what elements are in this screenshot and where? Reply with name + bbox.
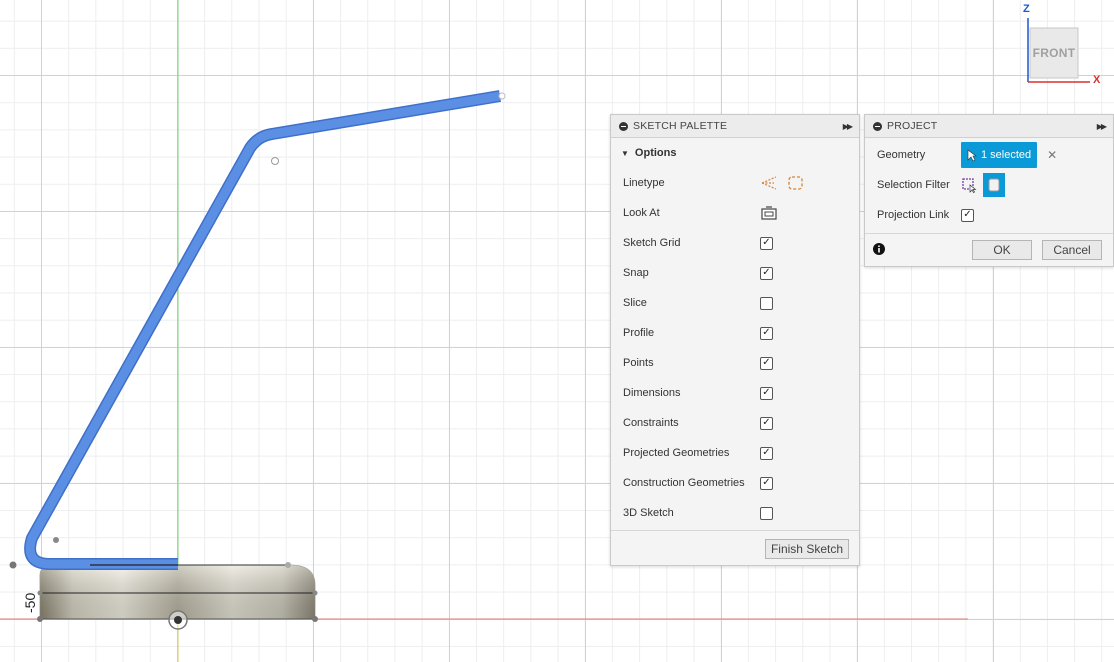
project-dialog: PROJECT ▶▶ Geometry 1 selected ✕ Selecti…	[864, 114, 1114, 267]
option-3d-sketch: 3D Sketch	[611, 498, 859, 528]
construction-geometries-checkbox[interactable]: ✓	[760, 476, 773, 490]
origin-point-icon[interactable]	[168, 610, 188, 630]
expand-arrows-icon[interactable]: ▶▶	[1097, 122, 1107, 131]
projection-link-label: Projection Link	[877, 209, 950, 221]
option-projected-geometries: Projected Geometries ✓	[611, 438, 859, 468]
view-cube-front-face[interactable]: FRONT	[1030, 46, 1078, 60]
geometry-selection-button[interactable]: 1 selected	[961, 142, 1038, 168]
triangle-down-icon[interactable]: ▼	[621, 149, 629, 158]
canvas-viewport[interactable]: -50 Z X FRONT	[0, 0, 1114, 662]
geometry-label: Geometry	[877, 149, 926, 161]
body-icon	[988, 178, 1000, 192]
option-dimensions: Dimensions ✓	[611, 378, 859, 408]
option-label: Points	[623, 357, 654, 369]
selection-filter-row: Selection Filter	[865, 170, 1113, 200]
sketch-point[interactable]	[312, 590, 318, 596]
projection-link-row: Projection Link ✓	[865, 200, 1113, 230]
cursor-icon	[967, 148, 977, 161]
option-label: Slice	[623, 297, 647, 309]
sketch-point[interactable]	[37, 616, 43, 622]
dimensions-checkbox[interactable]: ✓	[760, 386, 773, 400]
option-slice: Slice	[611, 288, 859, 318]
option-label: Snap	[623, 267, 649, 279]
3d-sketch-checkbox[interactable]	[760, 506, 773, 520]
project-title: PROJECT	[887, 120, 938, 132]
option-label: Linetype	[623, 177, 665, 189]
options-section-header[interactable]: ▼ Options	[611, 138, 859, 168]
project-header[interactable]: PROJECT ▶▶	[865, 115, 1113, 138]
option-label: Look At	[623, 207, 660, 219]
expand-arrows-icon[interactable]: ▶▶	[843, 122, 853, 131]
points-checkbox[interactable]: ✓	[760, 356, 773, 370]
sketch-palette-header[interactable]: SKETCH PALETTE ▶▶	[611, 115, 859, 138]
option-label: Projected Geometries	[623, 447, 730, 459]
sketch-palette-title: SKETCH PALETTE	[633, 120, 728, 132]
option-label: Construction Geometries	[623, 477, 745, 489]
option-construction-geometries: Construction Geometries ✓	[611, 468, 859, 498]
sketch-profile-path[interactable]	[24, 90, 501, 570]
dimension-label[interactable]: -50	[22, 593, 38, 613]
selection-filter-label: Selection Filter	[877, 179, 950, 191]
sketch-palette-panel: SKETCH PALETTE ▶▶ ▼ Options Linetype Loo…	[610, 114, 860, 566]
look-at-control	[760, 198, 778, 228]
sketch-point[interactable]	[53, 537, 59, 543]
collapse-icon[interactable]	[873, 121, 882, 131]
view-cube[interactable]: Z X FRONT	[1010, 2, 1114, 92]
axis-z-label: Z	[1023, 3, 1030, 15]
specified-entities-filter-icon[interactable]	[961, 177, 977, 193]
finish-sketch-button[interactable]: Finish Sketch	[764, 539, 849, 559]
project-footer: OK Cancel	[865, 233, 1113, 263]
clear-selection-icon[interactable]: ✕	[1047, 148, 1057, 162]
option-label: Profile	[623, 327, 655, 339]
projected-geometries-checkbox[interactable]: ✓	[760, 446, 773, 460]
geometry-row: Geometry 1 selected ✕	[865, 140, 1113, 170]
sketch-point[interactable]	[498, 92, 506, 100]
options-section-title: Options	[634, 147, 677, 159]
slice-checkbox[interactable]	[760, 296, 773, 310]
sketch-point[interactable]	[312, 616, 318, 622]
sketch-grid-checkbox[interactable]: ✓	[760, 236, 773, 250]
option-snap: Snap ✓	[611, 258, 859, 288]
option-linetype: Linetype	[611, 168, 859, 198]
sketch-point[interactable]	[37, 590, 43, 596]
axis-x-label: X	[1093, 74, 1101, 86]
option-constraints: Constraints ✓	[611, 408, 859, 438]
option-sketch-grid: Sketch Grid ✓	[611, 228, 859, 258]
collapse-icon[interactable]	[619, 121, 628, 131]
option-label: Sketch Grid	[623, 237, 681, 249]
linetype-controls	[760, 168, 805, 198]
profile-checkbox[interactable]: ✓	[760, 326, 773, 340]
option-look-at: Look At	[611, 198, 859, 228]
snap-checkbox[interactable]: ✓	[760, 266, 773, 280]
info-icon[interactable]	[873, 243, 885, 255]
look-at-icon[interactable]	[760, 205, 778, 221]
geometry-selected-count: 1 selected	[981, 149, 1032, 161]
cancel-button[interactable]: Cancel	[1042, 240, 1102, 260]
sketch-canvas[interactable]: -50	[0, 0, 1114, 662]
ok-button[interactable]: OK	[972, 240, 1032, 260]
option-label: 3D Sketch	[623, 507, 674, 519]
sketch-point[interactable]	[271, 157, 279, 165]
bodies-filter-button[interactable]	[983, 173, 1005, 197]
linetype-icon[interactable]	[760, 175, 778, 191]
sketch-point[interactable]	[285, 562, 291, 568]
option-points: Points ✓	[611, 348, 859, 378]
construction-line-icon[interactable]	[787, 175, 805, 191]
sketch-point[interactable]	[9, 561, 17, 569]
constraints-checkbox[interactable]: ✓	[760, 416, 773, 430]
projection-link-checkbox[interactable]: ✓	[961, 208, 974, 222]
option-label: Constraints	[623, 417, 679, 429]
option-profile: Profile ✓	[611, 318, 859, 348]
option-label: Dimensions	[623, 387, 681, 399]
sketch-palette-footer: Finish Sketch	[611, 530, 859, 565]
